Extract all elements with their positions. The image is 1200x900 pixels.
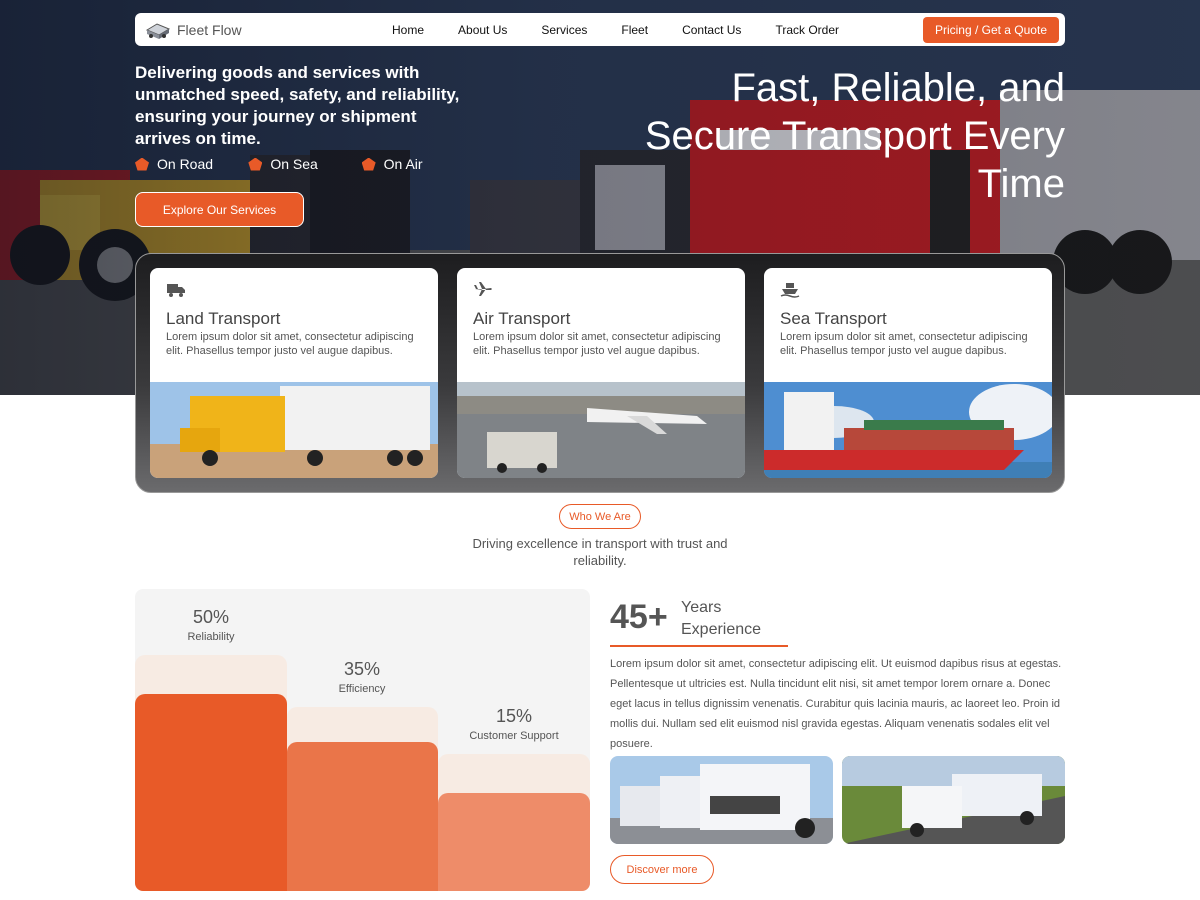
experience-label-line1: Years (681, 599, 722, 616)
nav-fleet[interactable]: Fleet (604, 23, 665, 37)
stats-panel: 50% Reliability 35% Efficiency 15% Custo… (135, 589, 590, 891)
pentagon-icon (361, 157, 376, 171)
air-transport-image (457, 382, 745, 478)
truck-icon (167, 284, 185, 297)
transport-modes: On Road On Sea On Air (135, 156, 475, 172)
who-we-are-badge: Who We Are (559, 504, 641, 529)
experience-label-line2: Experience (681, 621, 762, 638)
mode-label: On Air (383, 156, 423, 172)
nav-track-order[interactable]: Track Order (758, 23, 856, 37)
stat-bar-customer-support (438, 793, 590, 891)
experience-label: Years Experience (681, 597, 761, 641)
nav-about-us[interactable]: About Us (441, 23, 524, 37)
experience-underline (610, 645, 788, 647)
stat-value: 35% (343, 659, 381, 679)
hero-title: Fast, Reliable, and Secure Transport Eve… (644, 66, 1065, 206)
service-text: Lorem ipsum dolor sit amet, consectetur … (780, 331, 1028, 357)
pentagon-icon (135, 157, 149, 171)
discover-more-button[interactable]: Discover more (610, 855, 714, 884)
hero-left: Delivering goods and services with unmat… (135, 62, 475, 172)
service-text: Lorem ipsum dolor sit amet, consectetur … (473, 331, 721, 357)
who-we-are-subtitle: Driving excellence in transport with tru… (472, 536, 728, 568)
service-card-land[interactable]: Land Transport Lorem ipsum dolor sit ame… (150, 268, 438, 478)
pricing-quote-button[interactable]: Pricing / Get a Quote (922, 16, 1059, 43)
hero-lead-text: Delivering goods and services with unmat… (135, 63, 460, 148)
stat-bar-efficiency (287, 742, 438, 891)
fleet-trucks-photo (610, 756, 833, 844)
experience-number: 45+ (610, 598, 668, 636)
service-card-sea[interactable]: Sea Transport Lorem ipsum dolor sit amet… (764, 268, 1052, 478)
mode-on-road: On Road (135, 156, 248, 172)
ship-icon (780, 283, 800, 298)
nav-home[interactable]: Home (375, 23, 441, 37)
mode-on-air: On Air (361, 156, 475, 172)
nav-contact-us[interactable]: Contact Us (665, 23, 758, 37)
stat-label: Efficiency (338, 683, 386, 695)
services-panel: Land Transport Lorem ipsum dolor sit ame… (135, 253, 1065, 493)
stat-label: Customer Support (469, 730, 559, 742)
experience-text: Lorem ipsum dolor sit amet, consectetur … (610, 658, 1062, 750)
navbar: Fleet Flow Home About Us Services Fleet … (135, 13, 1065, 46)
sea-transport-image (764, 382, 1052, 478)
mode-label: On Sea (270, 156, 318, 172)
pentagon-icon (248, 157, 263, 171)
moving-truck-photo (842, 756, 1065, 844)
truck-logo-icon (145, 22, 171, 39)
service-text: Lorem ipsum dolor sit amet, consectetur … (166, 331, 414, 357)
stat-value: 50% (192, 607, 230, 627)
service-title: Air Transport (473, 309, 571, 328)
land-transport-image (150, 382, 438, 478)
service-title: Sea Transport (780, 309, 887, 328)
brand-name: Fleet Flow (177, 21, 242, 38)
nav-services[interactable]: Services (524, 23, 604, 37)
service-card-air[interactable]: Air Transport Lorem ipsum dolor sit amet… (457, 268, 745, 478)
brand[interactable]: Fleet Flow (145, 20, 375, 40)
service-title: Land Transport (166, 309, 281, 328)
explore-services-button[interactable]: Explore Our Services (135, 192, 304, 227)
stat-label: Reliability (187, 631, 235, 643)
stat-value: 15% (495, 706, 533, 726)
nav-links: Home About Us Services Fleet Contact Us … (375, 23, 856, 37)
mode-on-sea: On Sea (248, 156, 361, 172)
plane-icon (474, 282, 492, 296)
mode-label: On Road (157, 156, 214, 172)
stat-bar-reliability (135, 694, 287, 891)
